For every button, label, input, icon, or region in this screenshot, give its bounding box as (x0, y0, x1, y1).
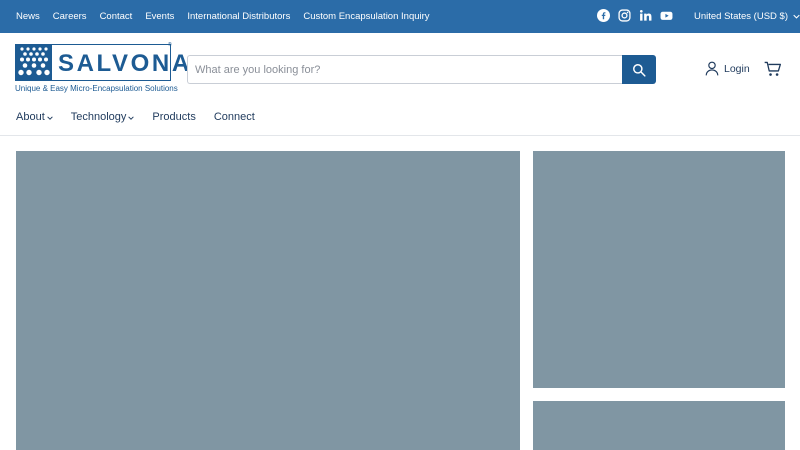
youtube-icon[interactable] (660, 9, 673, 22)
main-nav-item-technology[interactable]: Technology (71, 111, 135, 123)
site-search (187, 55, 656, 84)
main-nav-label-technology: Technology (70, 111, 127, 123)
cart-button[interactable] (764, 61, 781, 82)
side-banner-placeholder-bottom[interactable] (533, 401, 785, 450)
top-nav-link-events[interactable]: Events (145, 11, 174, 22)
chevron-down-icon (47, 116, 53, 120)
logo-frame: SALVONA (15, 44, 189, 81)
currency-selector[interactable]: United States (USD $) (694, 0, 800, 33)
chevron-down-icon (793, 14, 800, 19)
top-nav-link-careers[interactable]: Careers (53, 11, 87, 22)
side-banner-placeholder-top[interactable] (533, 151, 785, 388)
main-nav-label-products: Products (152, 111, 196, 123)
main-nav-label-about: About (16, 111, 45, 123)
user-icon (705, 61, 719, 76)
header-divider (0, 135, 800, 136)
logo-registered-mark: ® (168, 42, 172, 48)
main-nav-label-connect: Connect (213, 111, 255, 123)
login-link[interactable]: Login (705, 61, 750, 76)
search-button[interactable] (622, 55, 656, 84)
salvona-logo[interactable]: SALVONA ® Unique & Easy Micro-Encapsulat… (15, 42, 189, 94)
top-nav-link-international-distributors[interactable]: International Distributors (187, 11, 290, 22)
logo-wordmark: SALVONA (58, 50, 192, 77)
logo-tagline: Unique & Easy Micro-Encapsulation Soluti… (15, 84, 178, 93)
chevron-down-icon (128, 116, 135, 120)
main-nav-item-connect[interactable]: Connect (214, 111, 255, 123)
cart-icon (764, 61, 781, 76)
facebook-icon[interactable] (597, 9, 610, 22)
main-nav: About Technology Products Connect (16, 107, 255, 127)
search-icon (633, 63, 646, 77)
logo-dots-icon (16, 45, 52, 80)
top-nav-link-custom-encapsulation-inquiry[interactable]: Custom Encapsulation Inquiry (303, 11, 429, 22)
main-nav-item-about[interactable]: About (16, 111, 53, 123)
top-nav: News Careers Contact Events Internationa… (16, 0, 430, 33)
instagram-icon[interactable] (618, 9, 631, 22)
top-nav-link-contact[interactable]: Contact (100, 11, 133, 22)
linkedin-icon[interactable] (639, 9, 652, 22)
social-links (597, 9, 673, 22)
top-nav-link-news[interactable]: News (16, 11, 40, 22)
search-input[interactable] (187, 55, 622, 84)
main-nav-item-products[interactable]: Products (152, 111, 195, 123)
hero-banner-placeholder[interactable] (16, 151, 520, 450)
top-utility-bar: News Careers Contact Events Internationa… (0, 0, 800, 33)
currency-label: United States (USD $) (694, 11, 788, 22)
login-label: Login (724, 62, 750, 75)
